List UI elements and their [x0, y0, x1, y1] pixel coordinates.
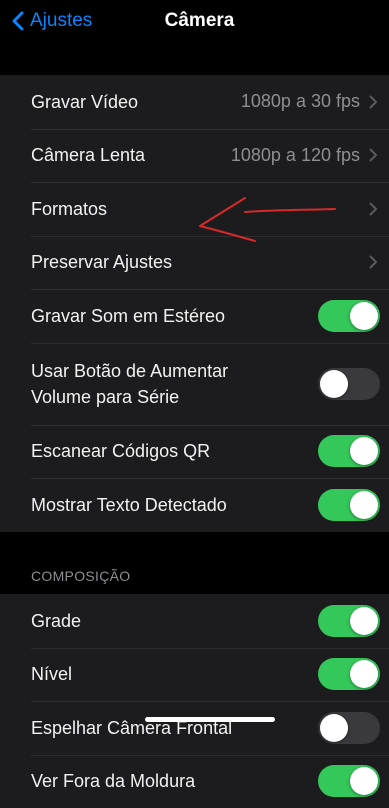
composition-group: Grade Nível Espelhar Câmera Frontal Ver …: [0, 594, 389, 808]
slow-motion-value: 1080p a 120 fps: [231, 145, 360, 166]
chevron-right-icon: [369, 148, 378, 162]
slow-motion-row[interactable]: Câmera Lenta 1080p a 120 fps: [0, 129, 389, 183]
red-arrow-annotation: [195, 196, 340, 246]
level-row: Nível: [0, 648, 389, 702]
toggle-knob: [350, 607, 378, 635]
record-video-label: Gravar Vídeo: [31, 89, 138, 115]
scan-qr-label: Escanear Códigos QR: [31, 438, 210, 464]
view-outside-frame-toggle[interactable]: [318, 765, 380, 797]
preserve-settings-label: Preservar Ajustes: [31, 249, 172, 275]
show-detected-text-row: Mostrar Texto Detectado: [0, 478, 389, 532]
navigation-bar: Ajustes Câmera: [0, 0, 389, 48]
toggle-knob: [350, 660, 378, 688]
volume-burst-toggle[interactable]: [318, 368, 380, 400]
slow-motion-label: Câmera Lenta: [31, 142, 145, 168]
toggle-knob: [320, 370, 348, 398]
mirror-front-camera-row: Espelhar Câmera Frontal: [0, 701, 389, 755]
camera-settings-group: Gravar Vídeo 1080p a 30 fps Câmera Lenta…: [0, 75, 389, 532]
toggle-knob: [350, 767, 378, 795]
volume-burst-row: Usar Botão de Aumentar Volume para Série: [0, 343, 389, 425]
level-toggle[interactable]: [318, 658, 380, 690]
mirror-front-camera-toggle[interactable]: [318, 712, 380, 744]
grid-toggle[interactable]: [318, 605, 380, 637]
section-header-composition: COMPOSIÇÃO: [31, 568, 130, 584]
record-video-value: 1080p a 30 fps: [241, 91, 360, 112]
show-detected-text-toggle[interactable]: [318, 489, 380, 521]
page-title: Câmera: [0, 10, 389, 32]
record-stereo-row: Gravar Som em Estéreo: [0, 289, 389, 343]
toggle-knob: [350, 437, 378, 465]
toggle-knob: [350, 302, 378, 330]
chevron-right-icon: [369, 255, 378, 269]
grid-row: Grade: [0, 594, 389, 648]
level-label: Nível: [31, 661, 72, 687]
record-stereo-toggle[interactable]: [318, 300, 380, 332]
scan-qr-toggle[interactable]: [318, 435, 380, 467]
toggle-knob: [320, 714, 348, 742]
chevron-right-icon: [369, 202, 378, 216]
home-indicator: [145, 717, 275, 722]
grid-label: Grade: [31, 608, 81, 634]
show-detected-text-label: Mostrar Texto Detectado: [31, 492, 227, 518]
record-video-row[interactable]: Gravar Vídeo 1080p a 30 fps: [0, 75, 389, 129]
view-outside-frame-label: Ver Fora da Moldura: [31, 768, 195, 794]
volume-burst-label-line1: Usar Botão de Aumentar: [31, 361, 228, 381]
record-stereo-label: Gravar Som em Estéreo: [31, 303, 225, 329]
chevron-right-icon: [369, 95, 378, 109]
scan-qr-row: Escanear Códigos QR: [0, 425, 389, 479]
formats-label: Formatos: [31, 196, 107, 222]
volume-burst-label-line2: Volume para Série: [31, 387, 179, 407]
volume-burst-label: Usar Botão de Aumentar Volume para Série: [31, 358, 228, 410]
view-outside-frame-row: Ver Fora da Moldura: [0, 755, 389, 808]
toggle-knob: [350, 491, 378, 519]
